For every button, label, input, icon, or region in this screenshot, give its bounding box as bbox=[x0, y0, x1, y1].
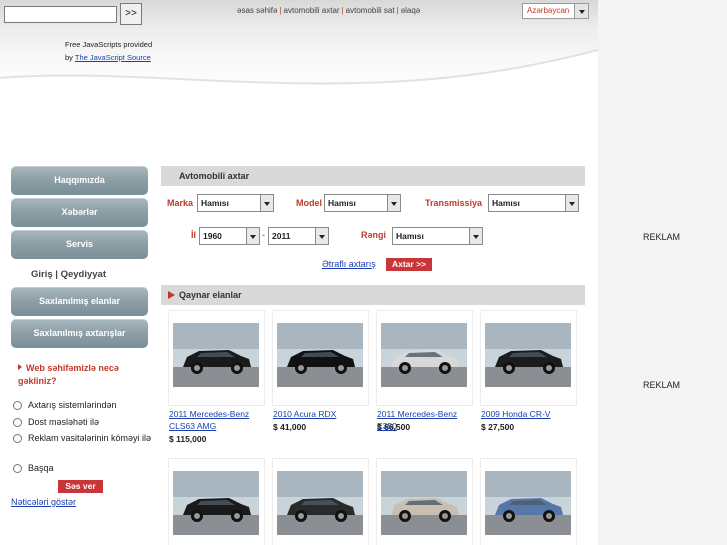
chevron-down-icon bbox=[260, 195, 273, 211]
chevron-down-icon bbox=[315, 228, 328, 244]
car-photo bbox=[173, 323, 259, 387]
listing-title-link[interactable]: 2011 Mercedes-Benz CLS63 AMG bbox=[169, 408, 269, 432]
marka-select[interactable]: Hamısı bbox=[197, 194, 274, 212]
sidebar-news-button[interactable]: Xəbərlər bbox=[11, 198, 148, 227]
poll-option-label: Reklam vasitələrinin köməyi ilə bbox=[28, 433, 152, 443]
javascript-credit: Free JavaScripts provided by The JavaScr… bbox=[65, 38, 152, 64]
radio-button[interactable] bbox=[13, 434, 22, 443]
car-photo bbox=[381, 471, 467, 535]
nav-separator: | bbox=[396, 6, 399, 15]
model-value: Hamısı bbox=[328, 198, 356, 208]
poll-option[interactable]: Başqa bbox=[13, 462, 153, 475]
search-go-button[interactable]: >> bbox=[120, 3, 142, 25]
listing-card[interactable] bbox=[168, 310, 265, 406]
search-section-title: Avtomobili axtar bbox=[179, 171, 250, 181]
language-select[interactable]: Azərbaycan bbox=[522, 3, 589, 19]
poll-question: Web səhifəmizlə necə gəkliniz? bbox=[18, 362, 153, 388]
listing-card[interactable] bbox=[480, 458, 577, 545]
search-submit-button[interactable]: Axtar >> bbox=[386, 258, 432, 271]
arrow-right-icon bbox=[168, 291, 175, 299]
car-photo bbox=[381, 323, 467, 387]
car-photo bbox=[173, 471, 259, 535]
nav-separator: | bbox=[341, 6, 344, 15]
nav-sell-car-link[interactable]: avtomobili sat bbox=[346, 6, 395, 15]
ad-placeholder: REKLAM bbox=[643, 380, 681, 390]
year-to-select[interactable]: 2011 bbox=[268, 227, 329, 245]
poll-option[interactable]: Axtarış sistemlərindən bbox=[13, 399, 153, 412]
year-to-value: 2011 bbox=[272, 231, 291, 241]
listing-card[interactable] bbox=[168, 458, 265, 545]
year-from-select[interactable]: 1960 bbox=[199, 227, 260, 245]
sidebar-service-button[interactable]: Servis bbox=[11, 230, 148, 259]
credit-link[interactable]: The JavaScript Source bbox=[75, 53, 151, 62]
marka-label: Marka bbox=[167, 198, 194, 208]
login-register-link[interactable]: Giriş | Qeydiyyat bbox=[31, 269, 106, 280]
year-from-value: 1960 bbox=[203, 231, 222, 241]
listing-card[interactable] bbox=[480, 310, 577, 406]
poll-option[interactable]: Dost məsləhəti ilə bbox=[13, 416, 153, 429]
sidebar-saved-ads-button[interactable]: Saxlanılmış elanlar bbox=[11, 287, 148, 316]
site-search-input[interactable] bbox=[4, 6, 117, 23]
listing-title-link[interactable]: 2010 Acura RDX bbox=[273, 408, 373, 420]
transmission-value: Hamısı bbox=[492, 198, 520, 208]
color-label: Rəngi bbox=[361, 230, 387, 240]
radio-button[interactable] bbox=[13, 401, 22, 410]
ad-placeholder: REKLAM bbox=[643, 232, 681, 242]
sidebar-saved-searches-button[interactable]: Saxlanılmış axtarışlar bbox=[11, 319, 148, 348]
poll-option[interactable]: Reklam vasitələrinin köməyi ilə bbox=[13, 432, 153, 445]
page: >> əsas səhifə | avtomobili axtar | avtomobi… bbox=[0, 0, 727, 545]
vote-button[interactable]: Səs ver bbox=[58, 480, 103, 493]
hot-listings-title: Qaynar elanlar bbox=[179, 290, 242, 300]
language-selected-value: Azərbaycan bbox=[527, 6, 570, 15]
transmission-label: Transmissiya bbox=[425, 198, 483, 208]
sidebar-about-button[interactable]: Haqqımızda bbox=[11, 166, 148, 195]
listing-card[interactable] bbox=[272, 310, 369, 406]
listing-card[interactable] bbox=[376, 310, 473, 406]
show-results-link[interactable]: Nəticələri göstər bbox=[11, 497, 76, 507]
color-value: Hamısı bbox=[396, 231, 424, 241]
poll-option-label: Başqa bbox=[28, 463, 54, 473]
arrow-right-icon bbox=[18, 364, 22, 370]
listing-price: $ 27,500 bbox=[481, 422, 515, 432]
listing-card[interactable] bbox=[376, 458, 473, 545]
car-photo bbox=[277, 471, 363, 535]
model-label: Model bbox=[296, 198, 322, 208]
listing-price: $ 41,000 bbox=[273, 422, 307, 432]
listing-price: $ 115,000 bbox=[169, 434, 207, 444]
chevron-down-icon bbox=[469, 228, 482, 244]
chevron-down-icon bbox=[565, 195, 578, 211]
marka-value: Hamısı bbox=[201, 198, 229, 208]
credit-line2: by The JavaScript Source bbox=[65, 51, 152, 64]
chevron-down-icon bbox=[387, 195, 400, 211]
right-ad-column bbox=[598, 0, 727, 545]
hot-listings-header: Qaynar elanlar bbox=[161, 285, 585, 305]
poll-question-text: Web səhifəmizlə necə gəkliniz? bbox=[18, 363, 119, 386]
chevron-down-icon bbox=[246, 228, 259, 244]
credit-text: Free JavaScripts provided bbox=[65, 40, 153, 49]
search-section-header: Avtomobili axtar bbox=[161, 166, 585, 186]
year-separator: - bbox=[262, 230, 265, 240]
poll-option-label: Dost məsləhəti ilə bbox=[28, 417, 100, 427]
listing-card[interactable] bbox=[272, 458, 369, 545]
car-photo bbox=[277, 323, 363, 387]
radio-button[interactable] bbox=[13, 418, 22, 427]
nav-search-car-link[interactable]: avtomobili axtar bbox=[284, 6, 340, 15]
model-select[interactable]: Hamısı bbox=[324, 194, 401, 212]
credit-by: by bbox=[65, 53, 73, 62]
advanced-search-link[interactable]: Ətraflı axtarış bbox=[322, 259, 376, 269]
car-photo bbox=[485, 471, 571, 535]
listing-price: $ 66,500 bbox=[377, 422, 411, 432]
transmission-select[interactable]: Hamısı bbox=[488, 194, 579, 212]
car-photo bbox=[485, 323, 571, 387]
poll-option-label: Axtarış sistemlərindən bbox=[28, 400, 117, 410]
nav-separator: | bbox=[279, 6, 282, 15]
nav-contact-link[interactable]: əlaqə bbox=[401, 6, 421, 15]
radio-button[interactable] bbox=[13, 464, 22, 473]
chevron-down-icon bbox=[574, 4, 588, 18]
listing-title-link[interactable]: 2009 Honda CR-V bbox=[481, 408, 581, 420]
nav-home-link[interactable]: əsas səhifə bbox=[237, 6, 277, 15]
year-label: İl bbox=[191, 230, 197, 240]
color-select[interactable]: Hamısı bbox=[392, 227, 483, 245]
top-navigation: əsas səhifə | avtomobili axtar | avtomobili … bbox=[237, 6, 420, 15]
